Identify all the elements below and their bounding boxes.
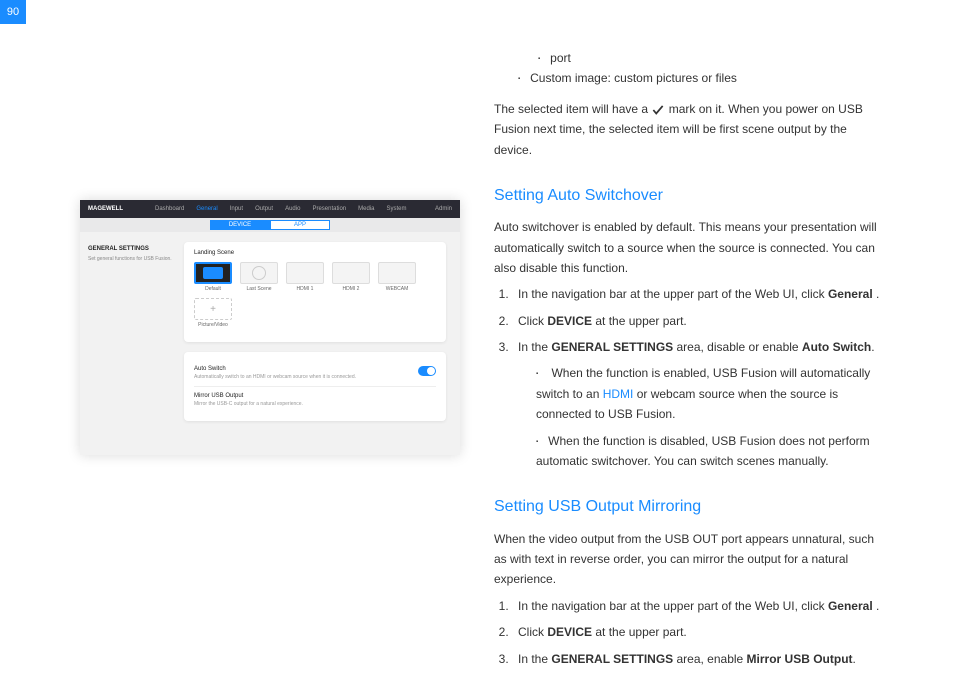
step-2: Click DEVICE at the upper part. [512, 311, 880, 331]
thumb-webcam: WEBCAM [378, 262, 416, 292]
brand-label: MAGEWELL [88, 206, 123, 212]
nav-system: System [387, 206, 407, 212]
bullet-custom-image: Custom image: custom pictures or files [518, 68, 880, 88]
heading-usb-mirroring: Setting USB Output Mirroring [494, 493, 880, 520]
auto-switchover-steps: In the navigation bar at the upper part … [512, 284, 880, 471]
check-icon [651, 103, 665, 117]
heading-auto-switchover: Setting Auto Switchover [494, 182, 880, 209]
figure-screenshot: MAGEWELL Dashboard General Input Output … [80, 200, 460, 455]
nav-audio: Audio [285, 206, 300, 212]
nav-dashboard: Dashboard [155, 206, 184, 212]
auto-switch-desc: Automatically switch to an HDMI or webca… [194, 374, 356, 380]
sub-disabled: When the function is disabled, USB Fusio… [530, 431, 880, 472]
thumb-last-scene: Last Scene [240, 262, 278, 292]
sub-enabled: When the function is enabled, USB Fusion… [530, 363, 880, 424]
landing-scene-label: Landing Scene [194, 250, 436, 256]
intro-paragraph: The selected item will have a mark on it… [494, 99, 880, 160]
screenshot-main: Landing Scene Default Last Scene HDMI 1 … [180, 232, 460, 455]
sidebar-title: GENERAL SETTINGS [88, 246, 172, 252]
tab-device: DEVICE [210, 220, 270, 230]
row-mirror-usb: Mirror USB Output Mirror the USB-C outpu… [194, 386, 436, 413]
tab-app: APP [270, 220, 330, 230]
m-step-1: In the navigation bar at the upper part … [512, 596, 880, 616]
hdmi-link[interactable]: HDMI [603, 387, 634, 401]
usb-mirroring-intro: When the video output from the USB OUT p… [494, 529, 880, 590]
m-step-3: In the GENERAL SETTINGS area, enable Mir… [512, 649, 880, 669]
page-number: 90 [0, 0, 26, 24]
thumb-picture-video: +Picture/Video [194, 298, 232, 328]
usb-mirroring-steps: In the navigation bar at the upper part … [512, 596, 880, 669]
row-auto-switch: Auto Switch Automatically switch to an H… [194, 360, 436, 386]
mirror-usb-desc: Mirror the USB-C output for a natural ex… [194, 401, 303, 407]
thumb-hdmi2: HDMI 2 [332, 262, 370, 292]
step-1: In the navigation bar at the upper part … [512, 284, 880, 304]
intro-bullets: port Custom image: custom pictures or fi… [518, 48, 880, 89]
nav-output: Output [255, 206, 273, 212]
nav-media: Media [358, 206, 374, 212]
screenshot-sidebar: GENERAL SETTINGS Set general functions f… [80, 232, 180, 455]
mirror-usb-title: Mirror USB Output [194, 393, 303, 399]
auto-switch-toggle [418, 366, 436, 376]
screenshot-topbar: MAGEWELL Dashboard General Input Output … [80, 200, 460, 218]
nav-general: General [196, 206, 217, 212]
thumb-default: Default [194, 262, 232, 292]
m-step-2: Click DEVICE at the upper part. [512, 622, 880, 642]
auto-switch-title: Auto Switch [194, 366, 356, 372]
bullet-port: port [538, 48, 880, 68]
admin-label: Admin [435, 206, 452, 212]
thumb-hdmi1: HDMI 1 [286, 262, 324, 292]
sidebar-subtitle: Set general functions for USB Fusion. [88, 256, 172, 263]
auto-switchover-intro: Auto switchover is enabled by default. T… [494, 217, 880, 278]
step-3: In the GENERAL SETTINGS area, disable or… [512, 337, 880, 471]
nav-presentation: Presentation [312, 206, 346, 212]
document-body: port Custom image: custom pictures or fi… [494, 48, 880, 675]
screenshot-tabs: DEVICE APP [80, 218, 460, 232]
nav-input: Input [230, 206, 243, 212]
